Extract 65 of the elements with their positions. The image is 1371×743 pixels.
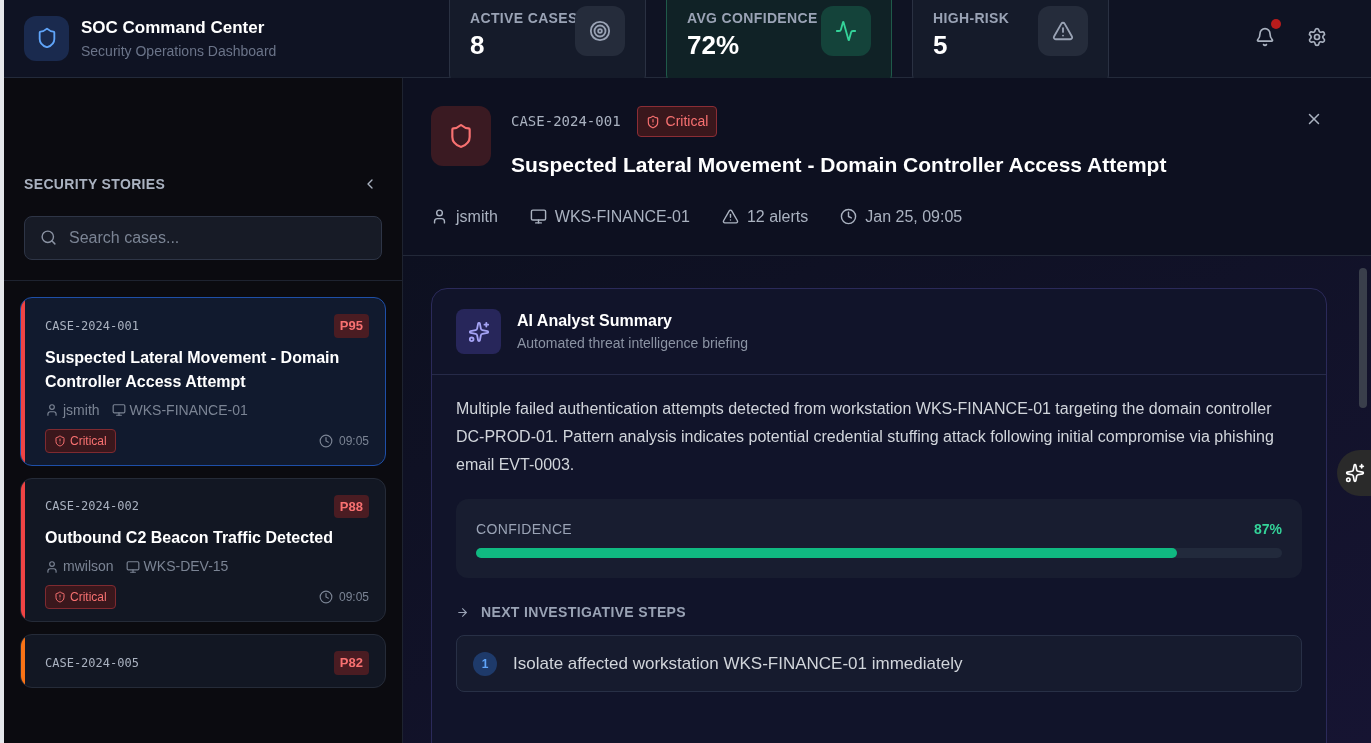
priority-badge: P95 [333,314,369,338]
monitor-icon [111,403,126,417]
steps-title: NEXT INVESTIGATIVE STEPS [481,603,686,622]
user-icon [431,208,448,225]
case-host: WKS-FINANCE-01 [129,400,248,420]
case-host: WKS-DEV-15 [143,557,229,576]
summary-text: Multiple failed authentication attempts detected from workstation WKS-FINANCE-01 targeting the domain controller DC-PROD-01. Pattern analysis indicates potential credential stuffing attack following initial compromise via phishing email EVT-0003. [456,399,1275,475]
case-id: CASE-2024-005 [45,654,139,672]
search-icon [40,229,57,246]
case-id: CASE-2024-002 [45,498,139,516]
severity-badge: Critical [45,428,116,453]
confidence-label: CONFIDENCE [476,520,573,539]
case-user: jsmith [456,206,498,227]
clock-icon [318,433,333,448]
case-host: WKS-FINANCE-01 [554,206,690,227]
target-icon [575,6,625,56]
case-title: Suspected Lateral Movement - Domain Controller Access Attempt [511,152,1167,178]
shield-icon [24,15,69,61]
confidence-value: 87% [1253,520,1282,539]
app-title: SOC Command Center [81,17,266,39]
sparkles-icon [456,309,501,354]
user-icon [45,403,59,417]
case-card[interactable]: CASE-2024-002 P88 Outbound C2 Beacon Traffic Detected mwilson WKS-DEV-15 Critical 09:05 [20,477,386,622]
clock-icon [318,590,333,604]
stat-value: 8 [470,30,485,60]
shield-icon [431,106,491,166]
alert-count: 12 alerts [746,206,809,227]
case-title: Suspected Lateral Movement - Domain Controller Access Attempt [45,347,341,392]
case-time: 09:05 [338,432,369,450]
monitor-icon [125,559,140,574]
clock-icon [840,208,858,225]
search-field[interactable]: Search cases... [24,216,382,260]
sidebar-title: SECURITY STORIES [24,174,166,194]
case-time: Jan 25, 09:05 [865,206,963,227]
summary-title: AI Analyst Summary [517,311,673,331]
summary-subtitle: Automated threat intelligence briefing [517,334,749,353]
step-text: Isolate affected workstation WKS-FINANCE-01 immediately [513,652,963,675]
arrow-icon [456,606,469,619]
stat-label: HIGH-RISK [933,9,1011,28]
pulse-icon [821,6,871,56]
alert-icon [1038,6,1088,56]
case-title: Outbound C2 Beacon Traffic Detected [45,528,335,548]
stat-label: ACTIVE CASES [470,9,579,28]
warning-icon [721,208,739,225]
notifications-button[interactable] [1255,27,1275,47]
user-icon [45,559,59,574]
stat-value: 5 [933,30,948,60]
priority-badge: P88 [333,494,369,518]
case-time: 09:05 [338,589,369,606]
severity-badge: Critical [636,106,718,137]
case-card[interactable]: CASE-2024-005 P82 [20,634,386,688]
case-id: CASE-2024-001 [45,317,139,335]
settings-button[interactable] [1307,27,1327,47]
stat-label: AVG CONFIDENCE [687,9,819,28]
step-number: 1 [473,651,497,676]
case-id: CASE-2024-001 [511,112,621,131]
sparkles-icon [1345,463,1365,483]
monitor-icon [529,208,547,225]
severity-badge: Critical [45,585,116,609]
case-user: jsmith [63,400,100,420]
priority-badge: P82 [333,651,369,675]
app-subtitle: Security Operations Dashboard [81,41,277,61]
stat-value: 72% [687,30,740,60]
case-user: mwilson [63,557,114,576]
case-card[interactable]: CASE-2024-001 P95 Suspected Lateral Movement - Domain Controller Access Attempt jsmith WKS-FINANCE-01 Critical 09:05 [20,297,386,466]
